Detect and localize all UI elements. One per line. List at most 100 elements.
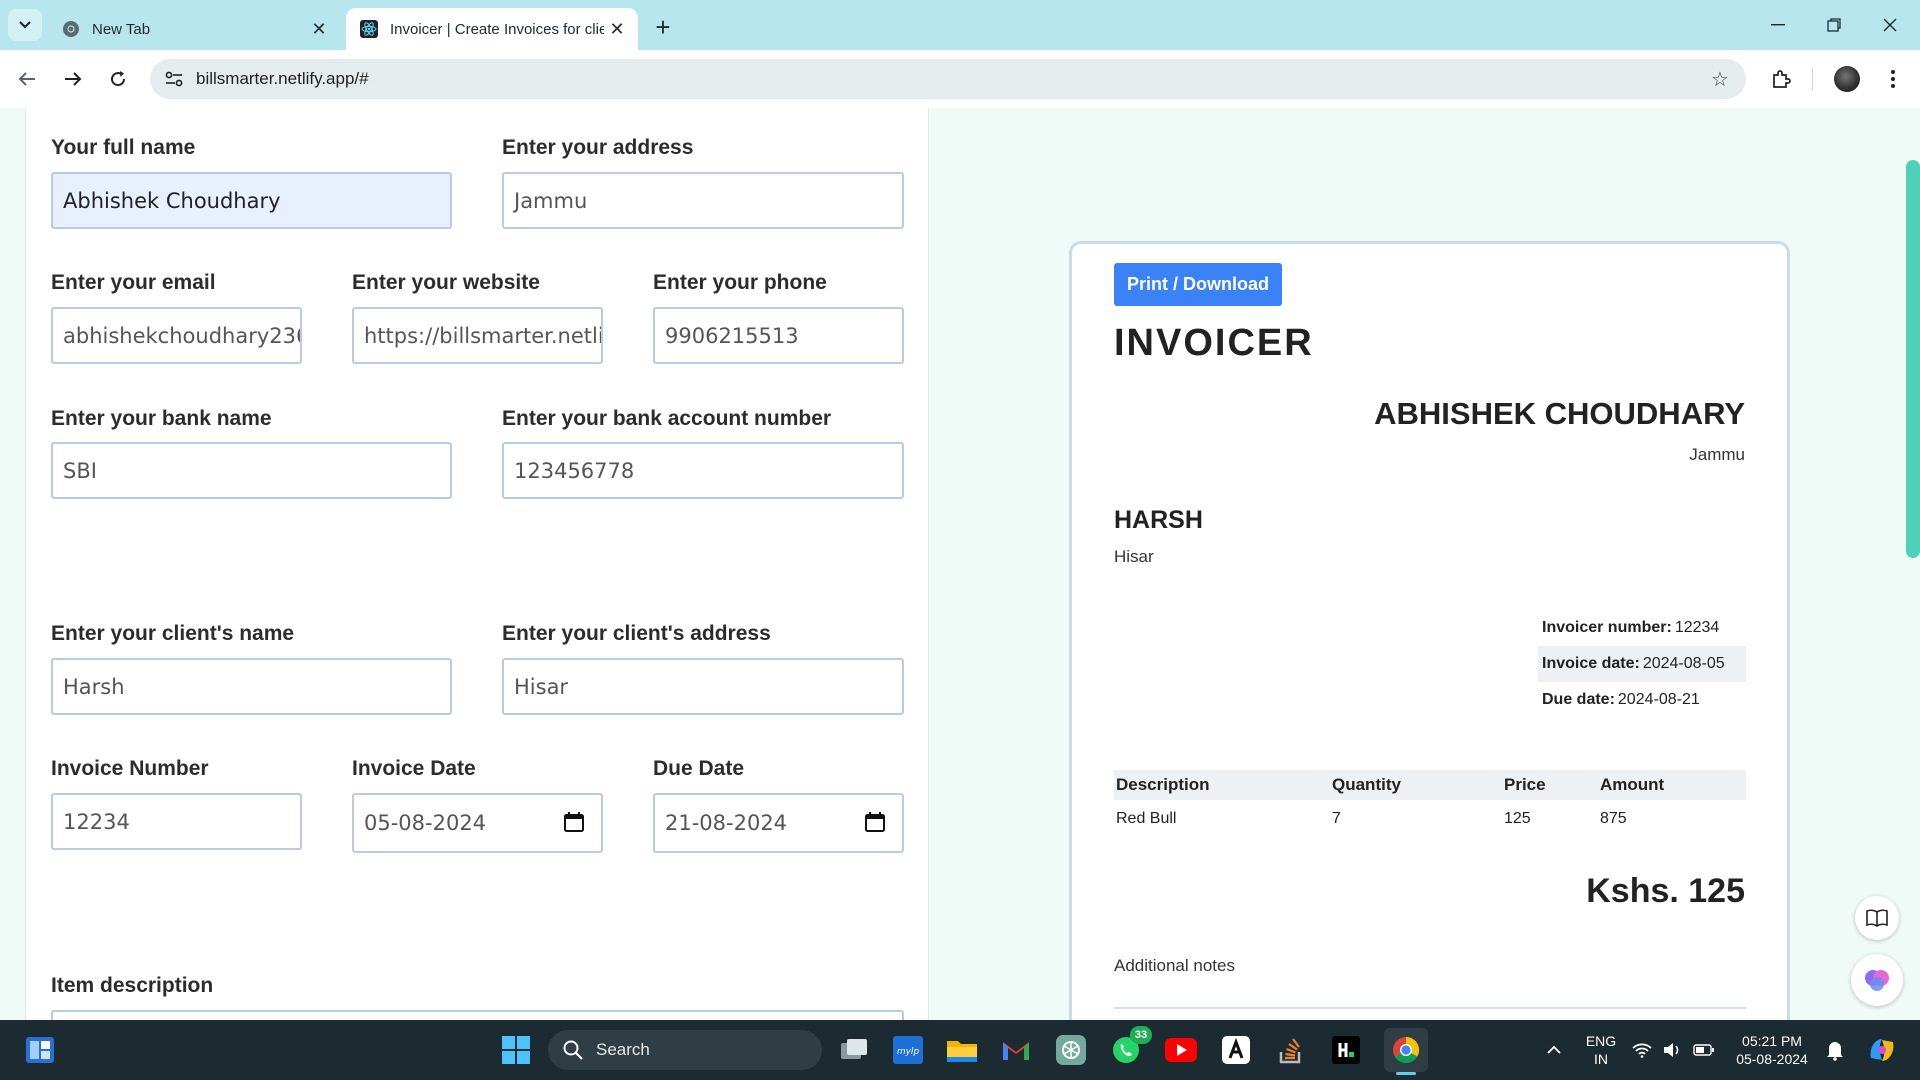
- close-icon[interactable]: ✕: [306, 16, 332, 42]
- column-header: Price: [1504, 775, 1546, 794]
- back-icon[interactable]: [12, 64, 42, 94]
- tab-search-button[interactable]: [8, 9, 42, 41]
- chrome-taskbar-icon[interactable]: [1384, 1028, 1428, 1072]
- invoice-date-label: Invoice Date: [352, 757, 476, 780]
- meta-value: 2024-08-05: [1642, 655, 1725, 672]
- invoice-number-input[interactable]: 12234: [51, 793, 302, 850]
- page-scrollbar[interactable]: [1906, 160, 1920, 558]
- website-input[interactable]: https://billsmarter.netlify.app: [352, 307, 603, 364]
- ai-assistant-button[interactable]: [1851, 954, 1903, 1006]
- site-info-icon[interactable]: [162, 67, 186, 91]
- client-address-input[interactable]: Hisar: [502, 658, 904, 715]
- client-address: Hisar: [1114, 547, 1154, 566]
- reading-mode-button[interactable]: [1855, 896, 1899, 940]
- tab-new-tab[interactable]: New Tab ✕: [48, 8, 340, 50]
- meta-value: 12234: [1674, 619, 1720, 636]
- invoice-form: Your full name Abhishek Choudhary Enter …: [25, 108, 929, 1020]
- invoice-preview: Print / Download INVOICER ABHISHEK CHOUD…: [1069, 241, 1790, 1020]
- bookmark-star-icon[interactable]: ☆: [1708, 67, 1732, 91]
- invoice-number-label: Invoice Number: [51, 757, 209, 780]
- clock-date: 05-08-2024: [1736, 1051, 1808, 1067]
- email-input[interactable]: abhishekchoudhary236: [51, 307, 302, 364]
- email-label: Enter your email: [51, 271, 216, 294]
- app-a-icon[interactable]: [1218, 1032, 1254, 1068]
- chatgpt-icon[interactable]: [1053, 1032, 1089, 1068]
- close-window-icon[interactable]: [1870, 10, 1910, 40]
- taskbar: Search mylp 33 ENG IN 05:21 PM 05-08-202…: [0, 1020, 1920, 1080]
- table-cell: 125: [1504, 810, 1531, 827]
- close-icon[interactable]: ✕: [604, 16, 630, 42]
- extensions-icon[interactable]: [1766, 64, 1796, 94]
- sender-name: ABHISHEK CHOUDHARY: [1374, 396, 1745, 431]
- items-table-header: Description Quantity Price Amount: [1114, 770, 1746, 800]
- restore-icon[interactable]: [1814, 10, 1854, 40]
- file-explorer-icon[interactable]: [944, 1032, 980, 1068]
- gmail-icon[interactable]: [998, 1032, 1034, 1068]
- full-name-input[interactable]: Abhishek Choudhary: [51, 172, 452, 229]
- client-name-label: Enter your client's name: [51, 622, 295, 645]
- clock-time: 05:21 PM: [1742, 1033, 1802, 1049]
- due-date-label: Due Date: [653, 757, 745, 780]
- invoice-date-value: 05-08-2024: [364, 811, 487, 835]
- url-text: billsmarter.netlify.app/#: [196, 69, 369, 88]
- clock[interactable]: 05:21 PM 05-08-2024: [1726, 1032, 1818, 1068]
- tab-strip: New Tab ✕ Invoicer | Create Invoices for…: [0, 0, 1920, 50]
- show-hidden-icons[interactable]: [1536, 1032, 1572, 1068]
- tab-title: Invoicer | Create Invoices for clients: [390, 20, 604, 38]
- youtube-icon[interactable]: [1163, 1032, 1199, 1068]
- address-input[interactable]: Jammu: [502, 172, 904, 229]
- start-icon[interactable]: [498, 1032, 534, 1068]
- due-date-input[interactable]: 21-08-2024: [653, 793, 904, 853]
- hackerrank-icon[interactable]: [1328, 1032, 1364, 1068]
- browser-toolbar: billsmarter.netlify.app/# ☆: [0, 50, 1920, 108]
- invoice-total: Kshs. 125: [1586, 872, 1745, 910]
- page-content: Your full name Abhishek Choudhary Enter …: [0, 108, 1920, 1020]
- language-indicator[interactable]: ENG IN: [1580, 1032, 1622, 1068]
- website-label: Enter your website: [352, 271, 540, 294]
- calendar-icon[interactable]: [563, 811, 585, 833]
- invoice-meta: Invoicer number: 12234 Invoice date: 2024-…: [1538, 610, 1746, 718]
- forward-icon[interactable]: [58, 64, 88, 94]
- battery-icon[interactable]: [1690, 1032, 1718, 1068]
- search-label: Search: [596, 1040, 650, 1059]
- client-name-input[interactable]: Harsh: [51, 658, 452, 715]
- taskbar-search[interactable]: Search: [548, 1030, 822, 1070]
- stack-overflow-icon[interactable]: [1273, 1032, 1309, 1068]
- task-view-icon[interactable]: [836, 1032, 872, 1068]
- bank-name-input[interactable]: SBI: [51, 442, 452, 499]
- table-cell: 875: [1600, 810, 1627, 827]
- tab-invoicer[interactable]: Invoicer | Create Invoices for clients ✕: [346, 8, 638, 50]
- wifi-icon[interactable]: [1630, 1032, 1654, 1068]
- address-bar[interactable]: billsmarter.netlify.app/# ☆: [150, 59, 1746, 99]
- full-name-label: Your full name: [51, 136, 196, 159]
- meta-key: Due date:: [1542, 691, 1615, 708]
- copilot-icon[interactable]: [1862, 1032, 1902, 1068]
- phone-label: Enter your phone: [653, 271, 827, 294]
- more-menu-icon[interactable]: [1878, 64, 1908, 94]
- notifications-icon[interactable]: [1818, 1032, 1852, 1068]
- print-download-button[interactable]: Print / Download: [1114, 263, 1282, 306]
- new-tab-button[interactable]: +: [648, 12, 678, 42]
- volume-icon[interactable]: [1660, 1032, 1684, 1068]
- bank-account-input[interactable]: 123456778: [502, 442, 904, 499]
- meta-key: Invoicer number:: [1542, 619, 1672, 636]
- item-description-input[interactable]: [51, 1010, 904, 1020]
- profile-avatar[interactable]: [1832, 64, 1862, 94]
- mylp-app-icon[interactable]: mylp: [890, 1032, 926, 1068]
- divider: [1114, 1007, 1746, 1009]
- phone-input[interactable]: 9906215513: [653, 307, 904, 364]
- reload-icon[interactable]: [103, 64, 133, 94]
- search-icon: [563, 1040, 583, 1060]
- due-date-value: 21-08-2024: [665, 811, 788, 835]
- whatsapp-icon[interactable]: 33: [1108, 1026, 1152, 1068]
- widgets-icon[interactable]: [22, 1032, 58, 1068]
- column-header: Quantity: [1332, 775, 1401, 794]
- additional-notes-label: Additional notes: [1114, 956, 1235, 975]
- invoice-date-row: Invoice date: 2024-08-05: [1538, 646, 1746, 682]
- table-cell: Red Bull: [1116, 810, 1177, 827]
- calendar-icon[interactable]: [864, 811, 886, 833]
- minimize-icon[interactable]: [1758, 10, 1798, 40]
- invoice-number-row: Invoicer number: 12234: [1538, 610, 1746, 646]
- invoice-date-input[interactable]: 05-08-2024: [352, 793, 603, 853]
- sender-address: Jammu: [1689, 445, 1745, 464]
